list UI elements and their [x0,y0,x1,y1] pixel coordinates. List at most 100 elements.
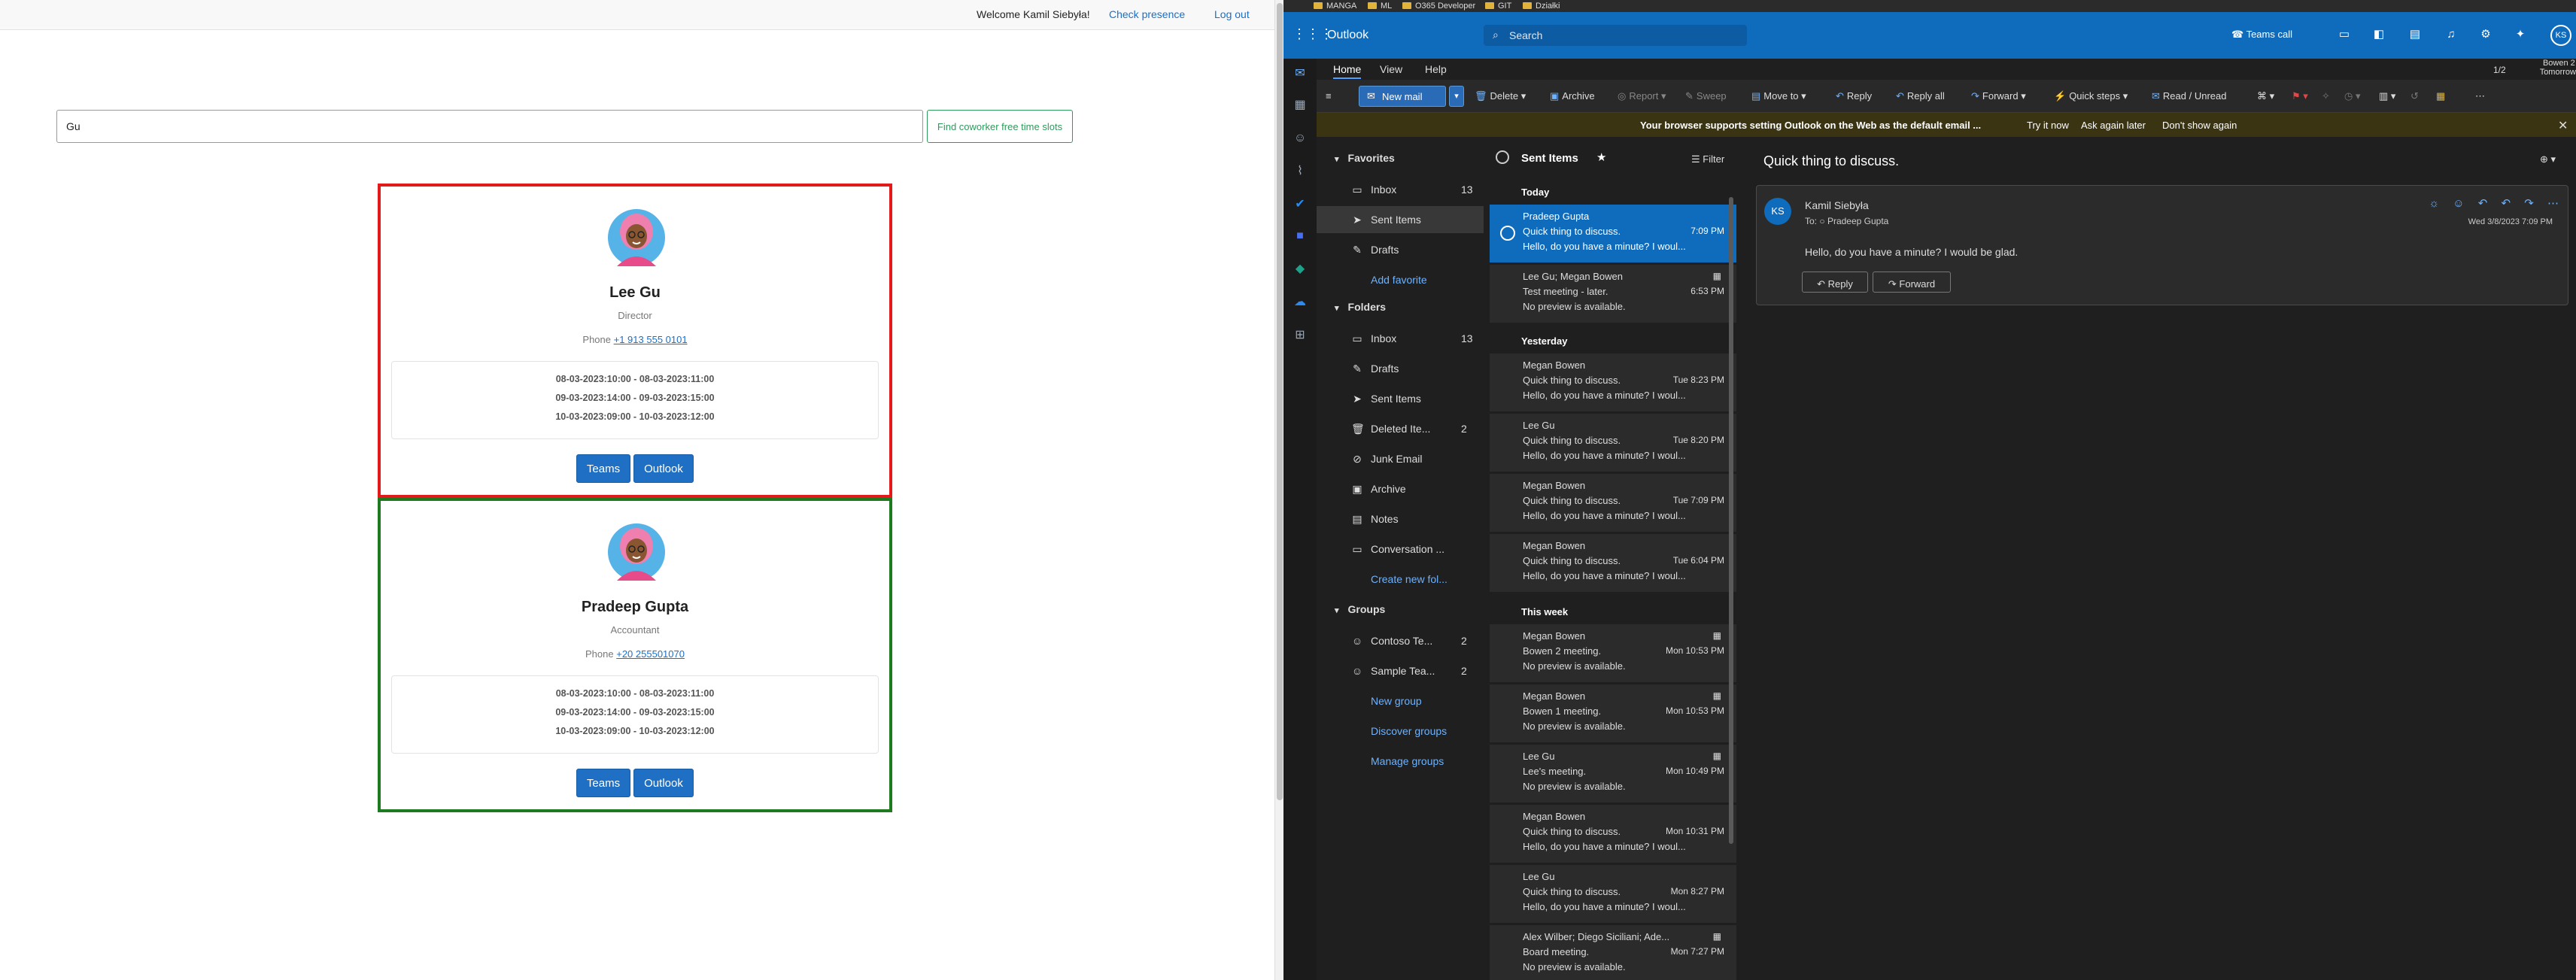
outlook-button[interactable]: Outlook [633,769,694,797]
folder-junk[interactable]: ⊘ Junk Email [1317,445,1490,472]
select-all-checkbox[interactable] [1496,150,1509,164]
close-icon[interactable]: ✕ [2558,118,2568,133]
reply-button[interactable]: ↶ Reply [1802,272,1868,293]
onenote-icon[interactable]: ◆ [1291,260,1309,278]
apps-ribbon-icon[interactable]: ▦ [2436,90,2445,102]
folder-fav-sent[interactable]: ➤ Sent Items [1317,206,1490,233]
group-item[interactable]: ☺ Contoso Te... 2 [1317,627,1490,654]
message-item[interactable]: Megan Bowen Quick thing to discuss. Tue … [1490,353,1736,412]
more-options-icon[interactable]: ⋯ [2475,90,2485,102]
message-item[interactable]: Lee Gu Quick thing to discuss. Tue 8:20 … [1490,414,1736,472]
message-list-scrollbar[interactable] [1729,197,1733,844]
sweep-button[interactable]: ✎ Sweep [1685,90,1727,102]
reminder-notice[interactable]: Bowen 2 meeting. Tomorrow 5:00 PM [2526,59,2576,77]
teams-button[interactable]: Teams [576,454,630,483]
account-avatar[interactable]: KS [2550,25,2571,46]
reply-icon[interactable]: ↶ [2478,197,2488,210]
new-group-link[interactable]: New group [1371,695,1422,707]
folder-fav-drafts[interactable]: ✎ Drafts [1317,236,1490,263]
emoji-icon[interactable]: ☺ [2453,197,2464,210]
folder-deleted[interactable]: 🗑 Deleted Ite... 2 [1317,415,1490,442]
discover-groups-link[interactable]: Discover groups [1371,725,1447,737]
banner-try-now-link[interactable]: Try it now [2027,120,2069,131]
message-item[interactable]: Megan Bowen ▦ Bowen 2 meeting. Mon 10:53… [1490,624,1736,683]
bookmark-folder[interactable]: GIT [1485,2,1511,11]
mail-icon[interactable]: ✉ [1291,65,1309,83]
star-icon[interactable]: ★ [1596,150,1606,164]
banner-ask-later-link[interactable]: Ask again later [2081,120,2146,131]
calendar-icon[interactable]: ▦ [1291,96,1309,114]
bookmark-folder[interactable]: O365 Developer [1402,2,1475,11]
hamburger-icon[interactable]: ≡ [1326,90,1332,102]
message-item[interactable]: Megan Bowen Quick thing to discuss. Tue … [1490,474,1736,532]
new-mail-dropdown[interactable]: ▾ [1449,86,1464,107]
message-item[interactable]: Megan Bowen ▦ Bowen 1 meeting. Mon 10:53… [1490,684,1736,743]
message-item[interactable]: Lee Gu ▦ Lee's meeting. Mon 10:49 PM No … [1490,745,1736,803]
phone-link[interactable]: +20 255501070 [616,648,685,660]
logout-link[interactable]: Log out [1214,8,1250,20]
teams-call-button[interactable]: ☎ Teams call [2231,29,2292,41]
sender-name[interactable]: Kamil Siebyła [1805,199,1869,211]
message-item[interactable]: Alex Wilber; Diego Siciliani; Ade... ▦ B… [1490,925,1736,980]
snooze-icon[interactable]: ◷ ▾ [2344,90,2360,102]
forward-button[interactable]: ↷ Forward [1873,272,1951,293]
favorites-header[interactable]: ▾ Favorites [1335,152,1395,164]
recipient-name[interactable]: Pradeep Gupta [1827,216,1888,226]
message-item[interactable]: Megan Bowen Quick thing to discuss. Mon … [1490,805,1736,863]
gear-icon[interactable]: ⚙ [2478,27,2493,42]
attach-icon[interactable]: ⌇ [1291,162,1309,181]
scrollbar-thumb[interactable] [1277,3,1283,800]
reply-all-icon[interactable]: ↶ [2502,197,2511,210]
quick-steps-button[interactable]: ⚡ Quick steps ▾ [2054,90,2128,102]
reply-all-button[interactable]: ↶ Reply all [1896,90,1945,102]
tab-home[interactable]: Home [1333,63,1362,79]
report-button[interactable]: ◎ Report ▾ [1618,90,1666,102]
bookmark-folder[interactable]: MANGA [1314,2,1356,11]
onedrive-icon[interactable]: ☁ [1291,293,1309,311]
my-day-icon[interactable]: ▤ [2407,27,2423,42]
flag-icon[interactable]: ⚑ ▾ [2292,90,2308,102]
chat-icon[interactable]: ▭ [2337,27,2352,42]
group-item[interactable]: ☺ Sample Tea... 2 [1317,657,1490,684]
new-mail-button[interactable]: ✉ New mail [1359,86,1446,107]
bookmark-folder[interactable]: Działki [1523,2,1560,11]
create-new-folder-link[interactable]: Create new fol... [1371,573,1447,585]
select-radio[interactable] [1500,226,1515,241]
more-options-icon[interactable]: ⋯ [2547,197,2559,210]
folder-archive[interactable]: ▣ Archive [1317,475,1490,502]
filter-button[interactable]: ☰ Filter [1691,153,1724,165]
pin-icon[interactable]: ✧ [2322,90,2330,102]
delete-button[interactable]: 🗑 Delete ▾ [1475,90,1526,102]
message-item[interactable]: Megan Bowen Quick thing to discuss. Tue … [1490,534,1736,593]
manage-groups-link[interactable]: Manage groups [1371,755,1444,767]
folder-drafts[interactable]: ✎ Drafts [1317,355,1490,382]
bookmark-folder[interactable]: ML [1368,2,1392,11]
banner-dont-show-link[interactable]: Don't show again [2162,120,2237,131]
folders-header[interactable]: ▾ Folders [1335,301,1386,313]
folder-fav-inbox[interactable]: ▭ Inbox 13 [1317,176,1490,203]
apps-icon[interactable]: ⊞ [1291,326,1309,344]
word-icon[interactable]: ◧ [2371,27,2386,42]
tag-icon[interactable]: ⌘ ▾ [2257,90,2274,102]
message-item[interactable]: Lee Gu; Megan Bowen ▦ Test meeting - lat… [1490,265,1736,323]
groups-header[interactable]: ▾ Groups [1335,603,1385,615]
folder-notes[interactable]: ▤ Notes [1317,505,1490,532]
policy-icon[interactable]: ▥ ▾ [2379,90,2395,102]
app-launcher-icon[interactable]: ⋮⋮⋮ [1293,27,1333,41]
search-box[interactable]: ⌕ Search [1484,25,1747,46]
folder-conversation[interactable]: ▭ Conversation ... [1317,536,1490,563]
reply-button[interactable]: ↶ Reply [1836,90,1872,102]
teams-button[interactable]: Teams [576,769,630,797]
folder-sent[interactable]: ➤ Sent Items [1317,385,1490,412]
check-presence-link[interactable]: Check presence [1109,8,1185,20]
find-free-slots-button[interactable]: Find coworker free time slots [927,110,1073,143]
reminder-pager[interactable]: 1/2 [2493,65,2506,75]
message-item[interactable]: Pradeep Gupta Quick thing to discuss. 7:… [1490,205,1736,263]
zoom-icon[interactable]: ⊕ ▾ [2540,153,2556,165]
archive-button[interactable]: ▣ Archive [1550,90,1595,102]
people-icon[interactable]: ☺ [1291,129,1309,147]
undo-icon[interactable]: ↺ [2410,90,2419,102]
sun-icon[interactable]: ☼ [2429,197,2439,210]
coworker-search-input[interactable] [56,110,923,143]
todo-icon[interactable]: ✔ [1291,196,1309,214]
